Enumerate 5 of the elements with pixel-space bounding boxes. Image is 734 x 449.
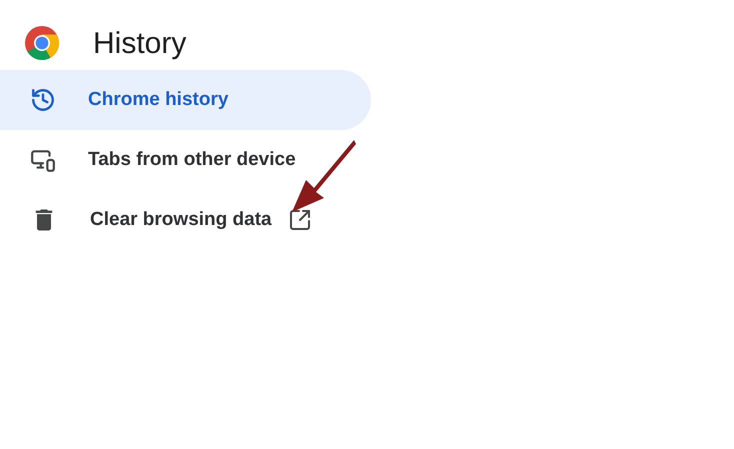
history-icon (30, 87, 56, 113)
external-link-icon[interactable] (288, 208, 312, 232)
page-title: History (93, 26, 186, 62)
logo-icon (24, 25, 60, 61)
nav-item[interactable]: Chrome history (0, 70, 371, 130)
